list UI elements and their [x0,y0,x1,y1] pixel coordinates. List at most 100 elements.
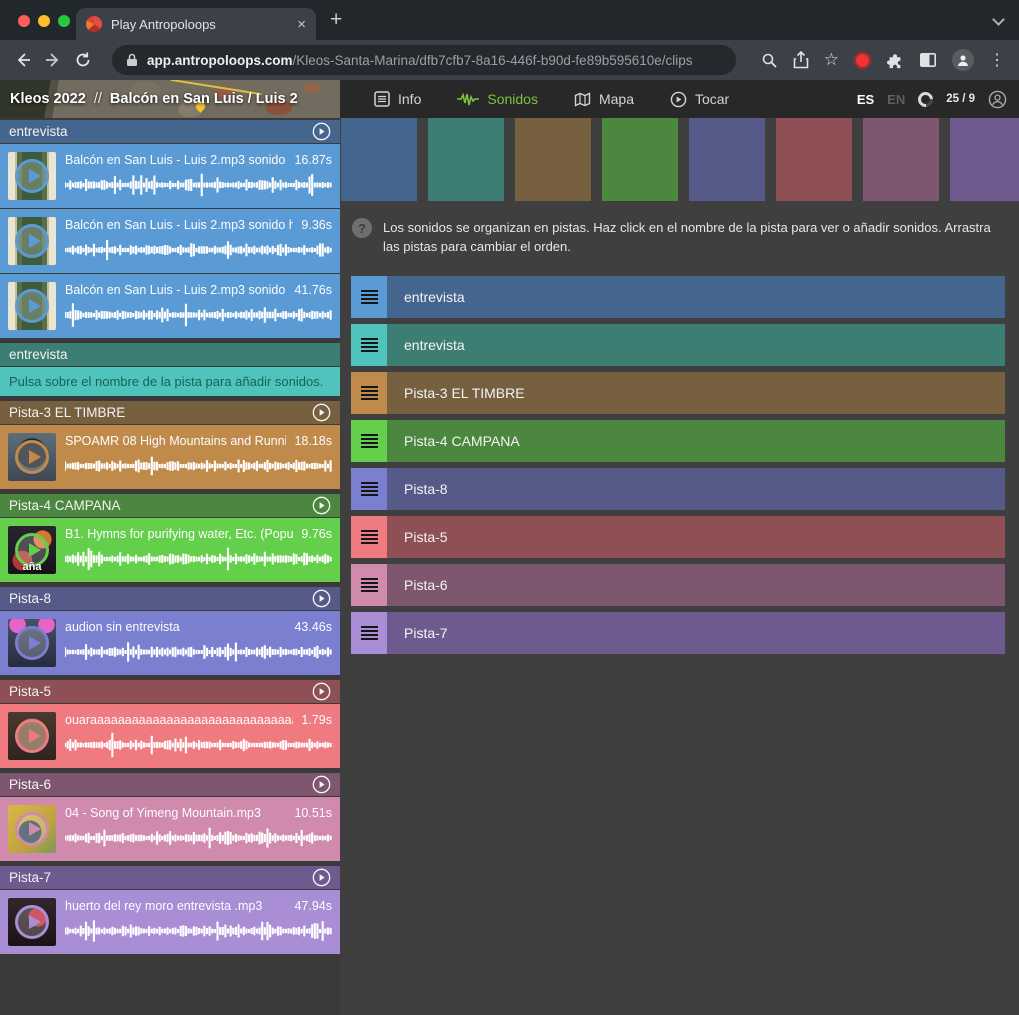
track-row-name[interactable]: entrevista [387,276,1005,318]
track-row[interactable]: Pista-8 [351,468,1005,510]
language-es-button[interactable]: ES [857,92,874,107]
header-right-controls: ES EN 25 / 9 [857,90,1019,109]
clip-duration: 43.46s [294,620,332,634]
profile-avatar-icon[interactable] [952,49,974,71]
recording-extension-icon[interactable] [856,54,869,67]
reload-button[interactable] [74,51,104,69]
play-circle-icon [670,91,687,108]
back-button[interactable] [14,51,44,69]
close-window-button[interactable] [18,15,30,27]
share-icon[interactable] [793,51,809,69]
help-text: Los sonidos se organizan en pistas. Haz … [383,218,1003,256]
drag-handle[interactable] [351,420,387,462]
play-clip-icon[interactable] [15,719,49,753]
tab-search-chevron-icon[interactable] [993,14,1003,24]
browser-menu-icon[interactable]: ⋮ [989,50,1005,70]
nav-sonidos[interactable]: Sonidos [457,91,538,107]
drag-handle[interactable] [351,516,387,558]
track-row[interactable]: entrevista [351,276,1005,318]
clip-thumbnail[interactable] [8,712,56,760]
clip-thumbnail[interactable]: aña [8,526,56,574]
clip-item[interactable]: aña B1. Hymns for purifying water, Etc. … [0,518,340,582]
clip-item[interactable]: 04 - Song of Yimeng Mountain.mp310.51s [0,797,340,861]
clip-thumbnail[interactable] [8,152,56,200]
play-track-icon[interactable] [312,403,331,422]
drag-handle[interactable] [351,564,387,606]
sidebar-track-pista-3: Pista-3 EL TIMBRE SPOAMR 08 High Mountai… [0,401,340,489]
play-track-icon[interactable] [312,682,331,701]
play-track-icon[interactable] [312,122,331,141]
track-row[interactable]: Pista-6 [351,564,1005,606]
track-row-name[interactable]: Pista-6 [387,564,1005,606]
clip-title: ouaraaaaaaaaaaaaaaaaaaaaaaaaaaaaaaaaa... [65,713,293,727]
side-panel-icon[interactable] [919,52,937,68]
play-clip-icon[interactable] [15,159,49,193]
track-header[interactable]: Pista-6 [0,773,340,796]
url-bar[interactable]: app.antropoloops.com/Kleos-Santa-Marina/… [112,45,736,75]
drag-handle[interactable] [351,612,387,654]
zoom-window-button[interactable] [58,15,70,27]
clip-thumbnail[interactable] [8,805,56,853]
extensions-puzzle-icon[interactable] [886,51,904,69]
clip-thumbnail[interactable] [8,433,56,481]
play-clip-icon[interactable] [15,812,49,846]
play-clip-icon[interactable] [15,626,49,660]
clip-item[interactable]: SPOAMR 08 High Mountains and Running ...… [0,425,340,489]
play-track-icon[interactable] [312,589,331,608]
tab-close-icon[interactable]: × [297,17,306,32]
forward-button[interactable] [44,51,74,69]
drag-handle[interactable] [351,468,387,510]
clip-item[interactable]: ouaraaaaaaaaaaaaaaaaaaaaaaaaaaaaaaaaa...… [0,704,340,768]
drag-handle[interactable] [351,372,387,414]
back-arrow-icon [14,51,32,69]
bookmark-star-icon[interactable]: ☆ [824,50,839,70]
track-row-name[interactable]: Pista-4 CAMPANA [387,420,1005,462]
play-track-icon[interactable] [312,868,331,887]
clip-item[interactable]: audion sin entrevista43.46s [0,611,340,675]
track-header[interactable]: entrevista [0,120,340,143]
track-row-name[interactable]: entrevista [387,324,1005,366]
account-icon[interactable] [988,90,1007,109]
play-clip-icon[interactable] [15,905,49,939]
track-row[interactable]: Pista-4 CAMPANA [351,420,1005,462]
nav-tocar[interactable]: Tocar [670,91,729,108]
track-row[interactable]: Pista-3 EL TIMBRE [351,372,1005,414]
play-clip-icon[interactable] [15,289,49,323]
breadcrumb-project[interactable]: Kleos 2022 [10,91,86,107]
clip-item[interactable]: Balcón en San Luis - Luis 2.mp3 sonido h… [0,274,340,338]
clip-item[interactable]: huerto del rey moro entrevista .mp347.94… [0,890,340,954]
url-host: app.antropoloops.com [147,53,293,68]
play-track-icon[interactable] [312,496,331,515]
language-en-button[interactable]: EN [887,92,905,107]
nav-info[interactable]: Info [374,91,421,107]
drag-handle[interactable] [351,324,387,366]
browser-tab[interactable]: Play Antropoloops × [76,8,316,40]
zoom-icon[interactable] [761,52,778,69]
track-row-name[interactable]: Pista-3 EL TIMBRE [387,372,1005,414]
track-row-name[interactable]: Pista-8 [387,468,1005,510]
track-header[interactable]: entrevista [0,343,340,366]
track-header[interactable]: Pista-8 [0,587,340,610]
play-clip-icon[interactable] [15,224,49,258]
clip-thumbnail[interactable] [8,619,56,667]
clip-thumbnail[interactable] [8,898,56,946]
track-row[interactable]: Pista-7 [351,612,1005,654]
track-header[interactable]: Pista-7 [0,866,340,889]
track-row-name[interactable]: Pista-5 [387,516,1005,558]
nav-mapa[interactable]: Mapa [574,91,634,107]
clip-item[interactable]: Balcón en San Luis - Luis 2.mp3 sonido h… [0,144,340,208]
drag-handle[interactable] [351,276,387,318]
track-header[interactable]: Pista-5 [0,680,340,703]
clip-thumbnail[interactable] [8,282,56,330]
track-header[interactable]: Pista-4 CAMPANA [0,494,340,517]
play-clip-icon[interactable] [15,440,49,474]
track-row-name[interactable]: Pista-7 [387,612,1005,654]
new-tab-button[interactable]: + [330,8,342,32]
play-track-icon[interactable] [312,775,331,794]
track-header[interactable]: Pista-3 EL TIMBRE [0,401,340,424]
track-row[interactable]: entrevista [351,324,1005,366]
track-row[interactable]: Pista-5 [351,516,1005,558]
clip-thumbnail[interactable] [8,217,56,265]
minimize-window-button[interactable] [38,15,50,27]
clip-item[interactable]: Balcón en San Luis - Luis 2.mp3 sonido h… [0,209,340,273]
